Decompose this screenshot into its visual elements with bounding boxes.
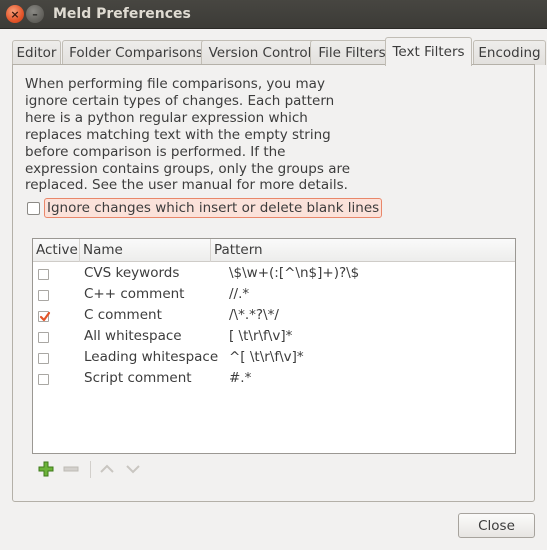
plus-icon (38, 461, 54, 477)
close-button[interactable]: Close (458, 513, 535, 538)
row-pattern: //.* (229, 286, 250, 302)
tab-version-control[interactable]: Version Control (201, 40, 319, 65)
column-header-name[interactable]: Name (80, 239, 211, 262)
row-active-checkbox[interactable] (38, 374, 49, 385)
column-header-pattern[interactable]: Pattern (211, 239, 515, 262)
row-name: C++ comment (84, 286, 185, 302)
move-down-button[interactable] (123, 459, 143, 479)
tab-editor[interactable]: Editor (12, 40, 61, 65)
tab-text-filters[interactable]: Text Filters (385, 37, 472, 66)
ignore-blank-lines-checkbox[interactable] (27, 202, 40, 215)
row-pattern: ^[ \t\r\f\v]* (229, 349, 304, 365)
row-name: C comment (84, 307, 162, 323)
row-active-checkbox[interactable] (38, 290, 49, 301)
filter-list[interactable]: Active Name Pattern CVS keywords \$\w+(:… (32, 238, 516, 454)
remove-filter-button[interactable] (61, 459, 81, 479)
row-pattern: [ \t\r\f\v]* (229, 328, 293, 344)
row-name: Leading whitespace (84, 349, 219, 365)
row-name: All whitespace (84, 328, 182, 344)
row-pattern: \$\w+(:[^\n$]+)?\$ (229, 265, 360, 281)
window-title: Meld Preferences (53, 6, 191, 22)
close-window-icon[interactable]: × (6, 5, 24, 23)
tab-file-filters[interactable]: File Filters (310, 40, 394, 65)
chevron-down-icon (126, 465, 140, 474)
table-row[interactable]: C comment /\*.*?\*/ (33, 305, 515, 326)
tab-encoding[interactable]: Encoding (473, 40, 546, 65)
row-pattern: #.* (229, 370, 252, 386)
row-pattern: /\*.*?\*/ (229, 307, 279, 323)
add-filter-button[interactable] (36, 459, 56, 479)
move-up-button[interactable] (97, 459, 117, 479)
row-name: CVS keywords (84, 265, 180, 281)
list-header: Active Name Pattern (33, 239, 515, 262)
column-header-active[interactable]: Active (33, 239, 80, 262)
table-row[interactable]: Script comment #.* (33, 368, 515, 389)
minimize-window-icon[interactable]: – (26, 5, 44, 23)
table-row[interactable]: C++ comment //.* (33, 284, 515, 305)
row-active-checkbox[interactable] (38, 269, 49, 280)
row-active-checkbox[interactable] (38, 353, 49, 364)
description-text: When performing file comparisons, you ma… (25, 76, 351, 194)
table-row[interactable]: Leading whitespace ^[ \t\r\f\v]* (33, 347, 515, 368)
table-row[interactable]: All whitespace [ \t\r\f\v]* (33, 326, 515, 347)
toolbar-separator (90, 461, 91, 478)
chevron-up-icon (100, 464, 114, 473)
row-active-checkbox[interactable] (38, 332, 49, 343)
table-row[interactable]: CVS keywords \$\w+(:[^\n$]+)?\$ (33, 263, 515, 284)
row-name: Script comment (84, 370, 192, 386)
minus-icon (63, 466, 79, 472)
tab-folder-comparisons[interactable]: Folder Comparisons (62, 40, 210, 65)
checkmark-icon (39, 311, 51, 322)
ignore-blank-lines-label[interactable]: Ignore changes which insert or delete bl… (44, 198, 383, 218)
title-bar: × – Meld Preferences (0, 0, 547, 29)
row-active-checkbox[interactable] (38, 311, 51, 322)
